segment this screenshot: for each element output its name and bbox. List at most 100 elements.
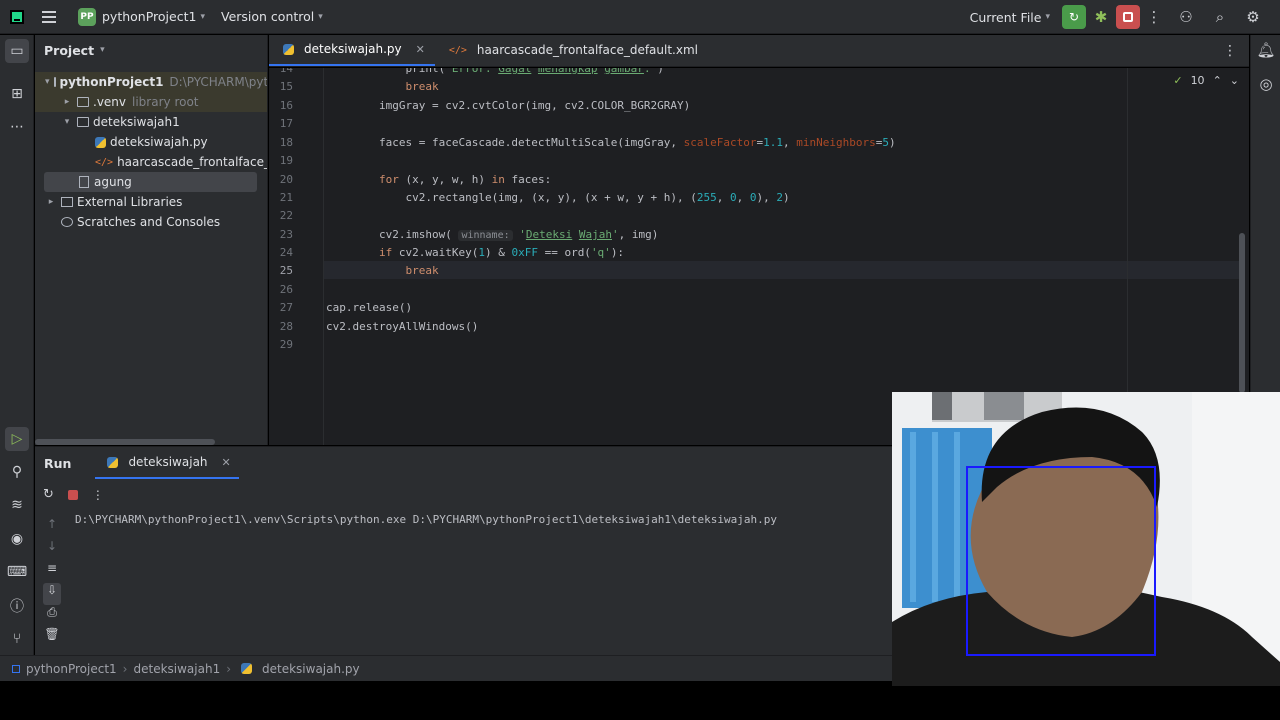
collapsed-arrow-icon: ▸ bbox=[64, 97, 70, 107]
tree-item-label: deteksiwajah.py bbox=[110, 135, 208, 149]
breadcrumb-file[interactable]: deteksiwajah.py bbox=[262, 662, 360, 676]
tree-item-project-root[interactable]: ▾ pythonProject1 D:\PYCHARM\pytho bbox=[35, 72, 268, 92]
more-tools-icon[interactable]: ⋯ bbox=[5, 115, 29, 139]
horizontal-scrollbar[interactable] bbox=[35, 439, 215, 445]
settings-gear-icon[interactable]: ⚙ bbox=[1236, 8, 1270, 26]
python-file-icon bbox=[241, 663, 253, 674]
rerun-button[interactable]: ↻ bbox=[1062, 5, 1086, 29]
code-line: cv2.imshow( winname: 'Deteksi Wajah', im… bbox=[326, 228, 659, 241]
run-tool-icon[interactable]: ▷ bbox=[5, 427, 29, 451]
soft-wrap-icon[interactable]: ≡ bbox=[43, 561, 61, 583]
trash-icon[interactable]: 🗑︎ bbox=[43, 627, 61, 649]
tree-item-label: External Libraries bbox=[77, 195, 183, 209]
tree-item-agung[interactable]: agung bbox=[44, 172, 257, 192]
line-number-current: 25 bbox=[279, 264, 293, 277]
chevron-down-icon: ▾ bbox=[100, 45, 105, 55]
structure-tool-icon[interactable]: ⊞ bbox=[5, 82, 29, 106]
folder-icon bbox=[53, 77, 56, 87]
scroll-down-icon[interactable]: ↓ bbox=[43, 539, 61, 561]
library-icon bbox=[61, 197, 73, 207]
run-side-toolbar: ↑ ↓ ≡ ⇩ ⎙ 🗑︎ bbox=[43, 517, 61, 649]
tab-haarcascade-xml[interactable]: </> haarcascade_frontalface_default.xml bbox=[435, 34, 708, 66]
breadcrumb-separator-icon: › bbox=[226, 661, 232, 676]
scroll-up-icon[interactable]: ↑ bbox=[43, 517, 61, 539]
project-switcher[interactable]: pythonProject1 ▾ bbox=[102, 9, 205, 24]
chevron-down-icon[interactable]: ⌄ bbox=[1230, 74, 1239, 87]
project-panel: Project ▾ ▾ pythonProject1 D:\PYCHARM\py… bbox=[35, 35, 268, 445]
layers-icon[interactable]: ≋ bbox=[5, 493, 29, 517]
line-number: 15 bbox=[279, 80, 293, 93]
stop-button[interactable] bbox=[1116, 5, 1140, 29]
code-line: cv2.destroyAllWindows() bbox=[326, 320, 479, 333]
close-icon[interactable]: ✕ bbox=[222, 456, 231, 469]
tab-options-icon[interactable]: ⋮ bbox=[1223, 43, 1237, 59]
ai-assistant-icon[interactable]: ◎ bbox=[1257, 75, 1275, 93]
tree-item-deteksiwajah1[interactable]: ▾ deteksiwajah1 bbox=[35, 112, 267, 132]
close-icon[interactable]: ✕ bbox=[416, 43, 425, 56]
tree-item-label: haarcascade_frontalface_defau bbox=[117, 155, 267, 169]
line-number: 20 bbox=[279, 173, 293, 186]
services-icon[interactable]: ◉ bbox=[5, 527, 29, 551]
run-tab-deteksiwajah[interactable]: deteksiwajah ✕ bbox=[95, 447, 239, 479]
tree-item-label: agung bbox=[94, 175, 132, 189]
tree-item-external-libraries[interactable]: ▸ External Libraries bbox=[35, 192, 267, 212]
project-tool-icon[interactable]: ▭ bbox=[5, 39, 29, 63]
python-packages-icon[interactable]: ⚲ bbox=[5, 460, 29, 484]
scroll-to-end-icon[interactable]: ⇩ bbox=[43, 583, 61, 605]
add-user-icon[interactable]: ⚇ bbox=[1168, 8, 1204, 26]
problems-icon[interactable]: ⓘ bbox=[5, 594, 29, 618]
main-menu-icon[interactable] bbox=[42, 10, 56, 23]
code-line: break bbox=[405, 80, 439, 93]
vcs-menu[interactable]: Version control ▾ bbox=[221, 9, 323, 24]
webcam-frame-image bbox=[892, 392, 1280, 686]
stop-icon[interactable] bbox=[67, 489, 78, 500]
line-number: 24 bbox=[279, 246, 293, 259]
notifications-icon[interactable]: 🔔︎ bbox=[1256, 41, 1275, 59]
line-number: 16 bbox=[279, 99, 293, 112]
rerun-icon[interactable]: ↻ bbox=[43, 487, 54, 502]
folder-icon bbox=[77, 117, 89, 127]
scratches-icon bbox=[61, 217, 73, 227]
left-tool-strip: ▭ ⊞ ⋯ ▷ ⚲ ≋ ◉ ⌨ ⓘ ⑂ bbox=[0, 35, 34, 655]
search-icon[interactable]: ⌕ bbox=[1204, 8, 1236, 26]
inspection-widget[interactable]: ✓ 10 ⌃ ⌄ bbox=[1173, 74, 1239, 87]
chevron-up-icon[interactable]: ⌃ bbox=[1213, 74, 1222, 87]
project-badge[interactable]: PP bbox=[78, 7, 96, 26]
breadcrumb-project[interactable]: pythonProject1 bbox=[26, 662, 117, 676]
console-output[interactable]: D:\PYCHARM\pythonProject1\.venv\Scripts\… bbox=[75, 513, 777, 526]
code-line: for (x, y, w, h) in faces: bbox=[378, 173, 552, 186]
project-panel-title: Project bbox=[44, 42, 95, 58]
tree-item-path: D:\PYCHARM\pytho bbox=[169, 75, 268, 89]
debug-icon[interactable]: ✱ bbox=[1086, 8, 1116, 26]
vertical-scrollbar[interactable] bbox=[1239, 233, 1245, 393]
tree-item-label: Scratches and Consoles bbox=[77, 215, 221, 229]
tab-deteksiwajah-py[interactable]: deteksiwajah.py ✕ bbox=[269, 34, 435, 66]
more-actions-icon[interactable]: ⋮ bbox=[1140, 8, 1168, 26]
code-line: break bbox=[405, 264, 439, 277]
code-line: print('Error: Gagal menangkap gambar.') bbox=[326, 68, 664, 75]
tree-item-venv[interactable]: ▸ .venv library root bbox=[35, 92, 267, 112]
expanded-arrow-icon: ▾ bbox=[45, 77, 50, 87]
tree-item-scratches[interactable]: Scratches and Consoles bbox=[35, 212, 267, 232]
project-name: pythonProject1 bbox=[102, 9, 197, 24]
code-editor[interactable]: 14 15 16 17 18 19 20 21 22 23 24 25 26 2… bbox=[269, 68, 1249, 445]
more-options-icon[interactable]: ⋮ bbox=[92, 488, 104, 502]
breadcrumb-folder[interactable]: deteksiwajah1 bbox=[133, 662, 220, 676]
tree-item-hint: library root bbox=[132, 95, 199, 109]
video-letterbox bbox=[0, 681, 1280, 720]
terminal-icon[interactable]: ⌨ bbox=[5, 560, 29, 584]
git-icon[interactable]: ⑂ bbox=[5, 627, 29, 651]
tree-item-deteksiwajah-py[interactable]: deteksiwajah.py bbox=[35, 132, 267, 152]
project-panel-header[interactable]: Project ▾ bbox=[35, 35, 267, 65]
pycharm-logo-icon bbox=[10, 9, 24, 24]
line-number: 22 bbox=[279, 209, 293, 222]
tree-item-haarcascade-xml[interactable]: </> haarcascade_frontalface_defau bbox=[35, 152, 267, 172]
inspection-count: 10 bbox=[1190, 74, 1205, 87]
editor-tabs: deteksiwajah.py ✕ </> haarcascade_fronta… bbox=[269, 35, 1249, 67]
line-number: 17 bbox=[279, 117, 293, 130]
python-file-icon bbox=[107, 456, 119, 468]
folder-icon bbox=[77, 97, 89, 107]
print-icon[interactable]: ⎙ bbox=[43, 605, 61, 627]
line-number: 19 bbox=[279, 154, 293, 167]
run-config-selector[interactable]: Current File ▾ bbox=[970, 10, 1050, 25]
